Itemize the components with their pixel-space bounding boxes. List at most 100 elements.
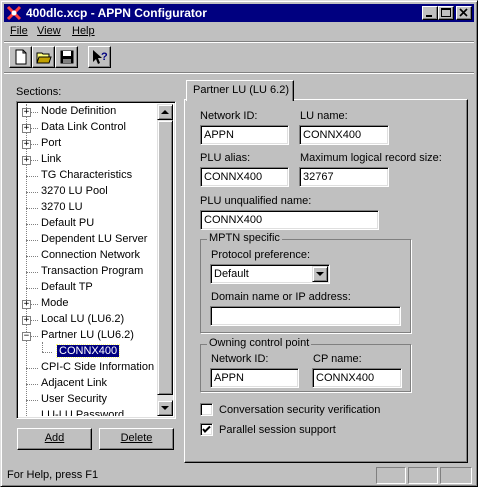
arrow-up-icon [161,110,169,114]
tree-connector [26,384,38,385]
expand-icon[interactable]: + [22,316,31,325]
add-button[interactable]: Add [17,428,92,450]
cp-name-input[interactable]: CONNX400 [312,368,402,388]
tab-label: Partner LU (LU 6.2) [193,84,289,96]
tree-item[interactable]: Connection Network [19,248,157,264]
tree-item[interactable]: + Node Definition [19,104,157,120]
expand-icon[interactable]: + [22,140,31,149]
tree-item[interactable]: + Port [19,136,157,152]
menu-help[interactable]: Help [72,25,95,37]
tree-item-label: Port [41,137,62,149]
network-id-input[interactable]: APPN [200,125,289,145]
close-icon [459,8,468,17]
tree-item[interactable]: + Mode [19,296,157,312]
collapse-icon[interactable]: − [22,332,31,341]
protocol-preference-select[interactable]: Default [210,264,330,284]
help-button[interactable]: ? [88,46,111,68]
tree-item[interactable]: 3270 LU Pool [19,184,157,200]
dropdown-button[interactable] [312,266,328,282]
lu-name-input[interactable]: CONNX400 [299,125,389,145]
new-button[interactable] [9,46,32,68]
tree-item[interactable]: + Data Link Control [19,120,157,136]
new-document-icon [15,49,27,65]
tree-connector [26,240,38,241]
plu-unqualified-label: PLU unqualified name: [200,195,312,207]
tree-connector [42,352,52,353]
expand-icon[interactable]: + [22,156,31,165]
status-text: For Help, press F1 [7,469,99,481]
tree-item-label: Default TP [41,281,93,293]
scroll-thumb[interactable] [157,120,173,395]
tree-connector [26,368,38,369]
toolbar-divider [4,72,474,74]
tree-item[interactable]: User Security [19,392,157,408]
tree-item[interactable]: TG Characteristics [19,168,157,184]
expand-icon[interactable]: + [22,300,31,309]
tree-item-label: Adjacent Link [41,377,108,389]
plu-alias-input[interactable]: CONNX400 [200,167,289,187]
maximize-button[interactable] [438,6,454,20]
sections-tree[interactable]: + Node Definition + Data Link Control + Port +… [16,101,176,419]
sections-label: Sections: [16,86,62,98]
tree-connector [26,208,38,209]
domain-input[interactable] [210,306,401,326]
expand-icon[interactable]: + [22,108,31,117]
network-id-label: Network ID: [200,110,258,122]
menu-view[interactable]: View [37,25,61,37]
tree-item-label: Transaction Program [41,265,144,277]
open-button[interactable] [32,46,55,68]
cp-name-label: CP name: [313,353,362,365]
expand-icon[interactable]: + [22,124,31,133]
owning-cp-group-title: Owning control point [207,337,312,349]
scroll-up-button[interactable] [157,104,173,120]
tree-item-label: Node Definition [41,105,117,117]
tree-item-label: Mode [41,297,69,309]
tree-item-label: LU-LU Password [41,409,125,416]
save-button[interactable] [55,46,78,68]
status-bar: For Help, press F1 [4,465,474,485]
context-help-icon: ? [93,50,108,64]
scroll-down-button[interactable] [157,400,173,416]
tree-item[interactable]: Transaction Program [19,264,157,280]
tree-item[interactable]: + Link [19,152,157,168]
conversation-security-checkbox[interactable] [200,403,213,416]
tree-item[interactable]: Dependent LU Server [19,232,157,248]
owning-network-id-label: Network ID: [211,353,269,365]
tree-item[interactable]: CPI-C Side Information [19,360,157,376]
title-bar[interactable]: 400dlc.xcp - APPN Configurator [4,4,474,22]
tree-item-label: Data Link Control [41,121,126,133]
parallel-session-checkbox[interactable] [200,423,213,436]
tree-item[interactable]: + Local LU (LU6.2) [19,312,157,328]
tree-child-item[interactable]: CONNX400 [19,344,157,360]
tree-connector [26,400,38,401]
menu-file[interactable]: File [10,25,28,37]
delete-button[interactable]: Delete [99,428,174,450]
save-disk-icon [60,50,74,64]
tree-item[interactable]: LU-LU Password [19,408,157,416]
tree-connector [26,256,38,257]
checkmark-icon [202,425,211,433]
tree-item-label: User Security [41,393,108,405]
app-window: 400dlc.xcp - APPN Configurator File View… [0,0,478,487]
tree-item-label: Connection Network [41,249,141,261]
tree-item[interactable]: Adjacent Link [19,376,157,392]
toolbar: ? [4,43,474,71]
tab-partner-lu[interactable]: Partner LU (LU 6.2) [186,80,294,101]
status-pane-1 [376,467,406,484]
tree-item[interactable]: 3270 LU [19,200,157,216]
plu-unqualified-input[interactable]: CONNX400 [200,210,379,230]
tree-item[interactable]: − Partner LU (LU6.2) [19,328,157,344]
tree-item-label: Default PU [41,217,95,229]
minimize-icon [426,15,432,17]
close-button[interactable] [456,6,472,20]
open-folder-icon [36,52,52,64]
minimize-button[interactable] [422,6,438,20]
max-record-size-input[interactable]: 32767 [299,167,389,187]
tree-item-label: TG Characteristics [41,169,133,181]
tree-scrollbar[interactable] [157,104,173,416]
maximize-icon [441,8,451,17]
menu-bar: File View Help [4,23,474,41]
tree-item[interactable]: Default TP [19,280,157,296]
owning-network-id-input[interactable]: APPN [210,368,299,388]
tree-item[interactable]: Default PU [19,216,157,232]
